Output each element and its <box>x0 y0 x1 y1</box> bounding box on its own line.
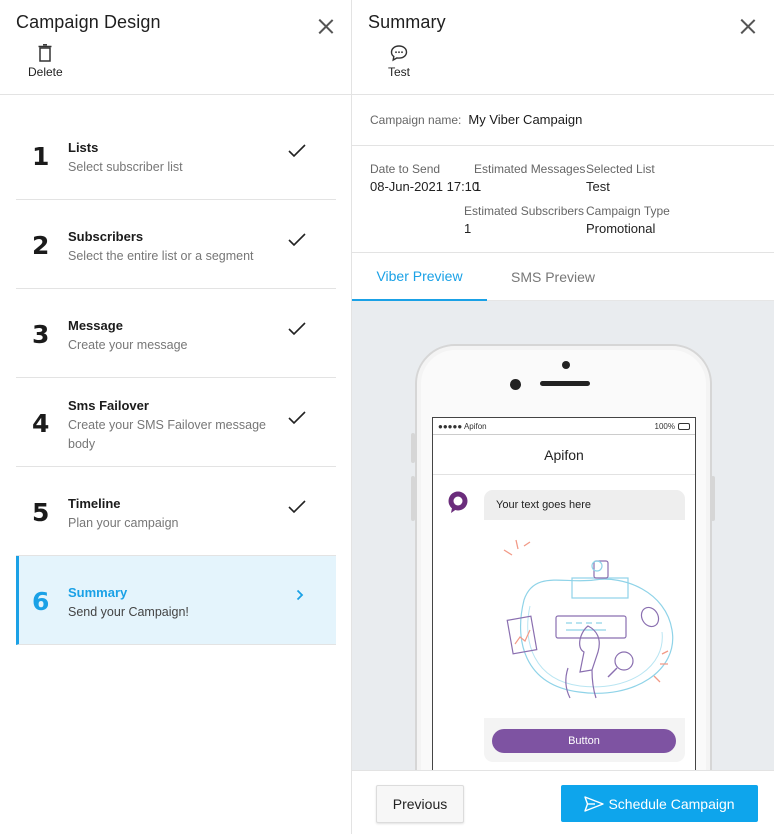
step-subtitle: Send your Campaign! <box>68 605 189 619</box>
campaign-name-value: My Viber Campaign <box>468 112 583 127</box>
estimated-subscribers-field: Estimated Subscribers 1 <box>464 204 584 236</box>
estimated-messages-field: Estimated Messages 1 <box>474 162 585 194</box>
campaign-design-panel: Campaign Design Delete 1 Lists Select su… <box>0 0 352 834</box>
selected-list-label: Selected List <box>586 162 655 176</box>
selected-list-field: Selected List Test <box>586 162 655 194</box>
step-timeline[interactable]: 5 Timeline Plan your campaign <box>16 467 336 556</box>
step-title: Sms Failover <box>68 398 149 413</box>
step-number: 3 <box>32 320 50 349</box>
close-campaign-design-button[interactable] <box>316 16 336 36</box>
checkmark-icon <box>288 233 306 247</box>
checkmark-icon <box>288 411 306 425</box>
step-subtitle: Plan your campaign <box>68 516 179 530</box>
phone-mockup: ●●●●● Apifon 100% Apifon Your text goes … <box>415 344 712 770</box>
estimated-messages-label: Estimated Messages <box>474 162 586 176</box>
campaign-design-header: Campaign Design Delete <box>0 0 352 95</box>
date-to-send-label: Date to Send <box>370 162 441 176</box>
campaign-type-label: Campaign Type <box>586 204 670 218</box>
selected-list-value: Test <box>586 179 610 194</box>
step-number: 2 <box>32 231 50 260</box>
battery-icon <box>678 422 690 430</box>
step-subtitle: Select subscriber list <box>68 160 183 174</box>
phone-speaker <box>562 361 570 369</box>
chat-title: Apifon <box>433 435 695 475</box>
phone-earpiece <box>540 381 590 386</box>
summary-title: Summary <box>368 12 446 32</box>
delete-label: Delete <box>28 65 63 79</box>
summary-header: Summary Test <box>352 0 774 95</box>
step-title: Message <box>68 318 123 333</box>
step-subtitle: Create your message <box>68 338 188 352</box>
campaign-name-field: Campaign name: My Viber Campaign <box>370 112 582 127</box>
step-summary[interactable]: 6 Summary Send your Campaign! <box>16 556 336 645</box>
step-title: Timeline <box>68 496 121 511</box>
chevron-right-icon <box>296 589 304 601</box>
step-number: 1 <box>32 142 50 171</box>
step-number: 4 <box>32 409 50 438</box>
test-button[interactable]: Test <box>388 44 410 79</box>
estimated-subscribers-value: 1 <box>464 221 472 236</box>
estimated-subscribers-label: Estimated Subscribers <box>464 204 585 218</box>
step-message[interactable]: 3 Message Create your message <box>16 289 336 378</box>
tab-viber-preview[interactable]: Viber Preview <box>352 253 487 301</box>
phone-camera <box>510 379 521 390</box>
step-number: 5 <box>32 498 50 527</box>
campaign-design-title: Campaign Design <box>16 12 161 32</box>
schedule-campaign-button[interactable]: Schedule Campaign <box>561 785 758 822</box>
apifon-logo-icon <box>448 491 468 513</box>
checkmark-icon <box>288 500 306 514</box>
trash-icon <box>38 44 52 62</box>
schedule-campaign-label: Schedule Campaign <box>608 795 735 812</box>
desk-illustration-icon <box>503 539 674 699</box>
message-illustration <box>484 520 685 718</box>
message-text: Your text goes here <box>484 490 685 520</box>
battery-text: 100% <box>654 421 675 431</box>
test-label: Test <box>388 65 411 79</box>
date-to-send-field: Date to Send 08-Jun-2021 17:10 <box>370 162 479 194</box>
carrier-text: ●●●●● Apifon <box>438 421 487 431</box>
step-number: 6 <box>32 587 50 616</box>
step-title: Lists <box>68 140 99 155</box>
previous-button[interactable]: Previous <box>376 785 464 823</box>
close-summary-button[interactable] <box>738 16 758 36</box>
steps-list: 1 Lists Select subscriber list 2 Subscri… <box>16 111 336 645</box>
summary-footer: Previous Schedule Campaign <box>352 770 774 834</box>
summary-panel: Summary Test Campaign name: My Viber Cam… <box>352 0 774 834</box>
step-subtitle: Select the entire list or a segment <box>68 249 254 263</box>
checkmark-icon <box>288 144 306 158</box>
send-icon <box>584 795 605 812</box>
date-to-send-value: 08-Jun-2021 17:10 <box>370 179 480 194</box>
chat-bubble-icon <box>390 45 408 62</box>
delete-button[interactable]: Delete <box>28 44 63 79</box>
viber-cta-button[interactable]: Button <box>492 729 676 753</box>
checkmark-icon <box>288 322 306 336</box>
estimated-messages-value: 1 <box>474 179 482 194</box>
step-title: Subscribers <box>68 229 144 244</box>
step-sms-failover[interactable]: 4 Sms Failover Create your SMS Failover … <box>16 378 336 467</box>
viber-message-bubble: Your text goes here Button <box>484 490 685 762</box>
tab-sms-preview[interactable]: SMS Preview <box>487 253 619 301</box>
step-subtitle: Create your SMS Failover message body <box>68 418 266 451</box>
viber-preview-area: ●●●●● Apifon 100% Apifon Your text goes … <box>352 301 774 770</box>
campaign-name-label: Campaign name: <box>370 113 462 127</box>
campaign-type-value: Promotional <box>586 221 656 236</box>
campaign-type-field: Campaign Type Promotional <box>586 204 670 236</box>
battery-status: 100% <box>655 422 690 431</box>
step-subscribers[interactable]: 2 Subscribers Select the entire list or … <box>16 200 336 289</box>
step-title: Summary <box>68 585 128 600</box>
step-lists[interactable]: 1 Lists Select subscriber list <box>16 111 336 200</box>
phone-status-bar: ●●●●● Apifon 100% <box>433 418 695 435</box>
phone-screen: ●●●●● Apifon 100% Apifon Your text goes … <box>432 417 696 770</box>
preview-tabs: Viber Preview SMS Preview <box>352 253 774 301</box>
